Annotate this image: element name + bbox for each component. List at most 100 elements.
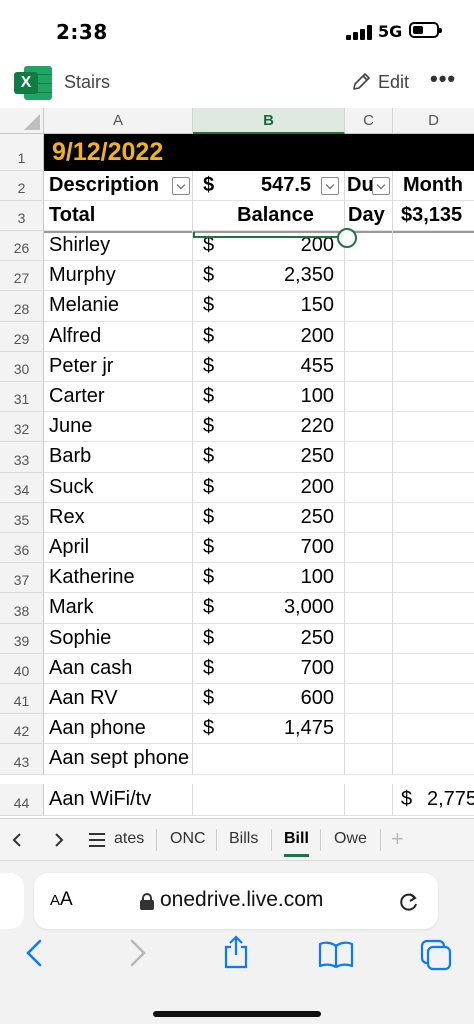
cell-b1[interactable] (193, 134, 345, 171)
amount-cell[interactable]: $150 (193, 291, 345, 322)
due-day-cell[interactable] (345, 382, 393, 413)
row-number[interactable]: 40 (0, 653, 44, 684)
row-number[interactable]: 28 (0, 291, 44, 322)
due-header-cell[interactable]: Du (345, 171, 393, 201)
day-label-cell[interactable]: Day (345, 201, 393, 231)
row-number[interactable]: 30 (0, 351, 44, 382)
amount-cell[interactable]: $100 (193, 563, 345, 594)
due-day-cell[interactable] (345, 261, 393, 292)
cell-c1[interactable] (345, 134, 393, 171)
tabs-icon[interactable] (420, 939, 452, 971)
month-cell[interactable] (393, 261, 474, 292)
row-number[interactable]: 36 (0, 533, 44, 564)
amount-cell[interactable]: $700 (193, 653, 345, 684)
month-cell[interactable] (393, 533, 474, 564)
month-cell[interactable] (393, 442, 474, 473)
name-cell[interactable]: Sophie (44, 623, 193, 654)
month-cell[interactable] (393, 352, 474, 382)
amount-cell[interactable]: $100 (193, 382, 345, 413)
filter-dropdown-icon[interactable] (372, 177, 390, 195)
name-cell[interactable]: Aan WiFi/tv (44, 784, 193, 816)
column-header-a[interactable]: A (44, 108, 193, 134)
amount-cell[interactable]: $220 (193, 412, 345, 443)
edit-button[interactable]: Edit (350, 68, 409, 96)
due-day-cell[interactable] (345, 472, 393, 503)
name-cell[interactable]: Shirley (44, 231, 193, 262)
name-cell[interactable]: Aan phone (44, 714, 193, 745)
amount-cell[interactable]: $250 (193, 623, 345, 654)
month-cell[interactable] (393, 503, 474, 533)
due-day-cell[interactable] (345, 563, 393, 594)
name-cell[interactable]: Aan RV (44, 684, 193, 715)
column-header-d[interactable]: D (393, 108, 474, 134)
sheet-tab-owe[interactable]: Owe (334, 819, 367, 861)
due-day-cell[interactable] (345, 321, 393, 352)
row-number[interactable]: 34 (0, 472, 44, 503)
name-cell[interactable]: Alfred (44, 321, 193, 352)
name-cell[interactable]: Rex (44, 502, 193, 533)
cell-d1[interactable] (393, 134, 474, 171)
row-number[interactable]: 38 (0, 593, 44, 624)
balance-label-cell[interactable]: Balance (193, 201, 345, 231)
month-total-cell[interactable]: $3,135 (393, 201, 474, 231)
filter-dropdown-icon[interactable] (321, 177, 339, 195)
row-number[interactable]: 44 (0, 784, 44, 816)
column-header-b[interactable]: B (193, 108, 345, 134)
amount-header-cell[interactable]: $ 547.5 (193, 171, 345, 201)
row-number[interactable]: 33 (0, 442, 44, 473)
month-cell[interactable] (393, 593, 474, 624)
name-cell[interactable]: April (44, 533, 193, 564)
due-day-cell[interactable] (345, 593, 393, 624)
chevron-right-icon[interactable] (54, 832, 64, 848)
amount-cell[interactable]: $200 (193, 472, 345, 503)
due-day-cell[interactable] (345, 412, 393, 443)
row-number[interactable]: 26 (0, 231, 44, 262)
name-cell[interactable]: Melanie (44, 291, 193, 322)
row-number[interactable]: 29 (0, 321, 44, 352)
due-day-cell[interactable] (345, 442, 393, 473)
month-cell[interactable] (393, 291, 474, 322)
add-sheet-button[interactable]: + (391, 819, 404, 861)
name-cell[interactable]: Barb (44, 442, 193, 473)
previous-tab-pill[interactable] (0, 873, 24, 929)
row-number[interactable]: 3 (0, 201, 44, 231)
due-day-cell[interactable] (345, 351, 393, 382)
month-cell[interactable] (393, 412, 474, 443)
address-bar[interactable]: AA onedrive.live.com (34, 873, 438, 929)
forward-icon[interactable] (126, 937, 148, 969)
month-cell[interactable] (393, 684, 474, 715)
month-cell[interactable] (393, 473, 474, 503)
due-day-cell[interactable] (345, 623, 393, 654)
reload-icon[interactable] (398, 889, 420, 913)
due-day-cell[interactable] (345, 744, 393, 775)
select-all-corner[interactable] (0, 108, 44, 134)
month-cell[interactable] (393, 322, 474, 352)
sheet-tab-onc[interactable]: ONC (170, 819, 206, 861)
amount-cell[interactable]: $200 (193, 321, 345, 352)
total-label-cell[interactable]: Total (44, 201, 193, 231)
sheet-tab-bill[interactable]: Bill (284, 819, 309, 861)
name-cell[interactable]: Katherine (44, 563, 193, 594)
row-number[interactable]: 39 (0, 623, 44, 654)
amount-cell[interactable]: $700 (193, 533, 345, 564)
sheet-tab-bills[interactable]: Bills (229, 819, 258, 861)
row-number[interactable]: 32 (0, 412, 44, 443)
sheet-tab-ates[interactable]: ates (114, 819, 144, 861)
amount-cell[interactable] (193, 744, 345, 775)
name-cell[interactable]: Aan sept phone (44, 744, 193, 775)
due-day-cell[interactable] (345, 502, 393, 533)
name-cell[interactable]: June (44, 412, 193, 443)
bookmarks-icon[interactable] (318, 941, 354, 969)
month-cell[interactable] (393, 382, 474, 413)
date-cell[interactable]: 9/12/2022 (44, 134, 193, 171)
due-day-cell[interactable] (345, 291, 393, 322)
url-text[interactable]: onedrive.live.com (160, 888, 323, 912)
row-number[interactable]: 27 (0, 261, 44, 292)
amount-cell[interactable]: $3,000 (193, 593, 345, 624)
month-cell[interactable] (393, 714, 474, 745)
name-cell[interactable]: Suck (44, 472, 193, 503)
row-number[interactable]: 41 (0, 684, 44, 715)
selection-handle[interactable] (337, 228, 357, 248)
due-day-cell[interactable] (345, 714, 393, 745)
cell-c44[interactable] (345, 784, 393, 816)
